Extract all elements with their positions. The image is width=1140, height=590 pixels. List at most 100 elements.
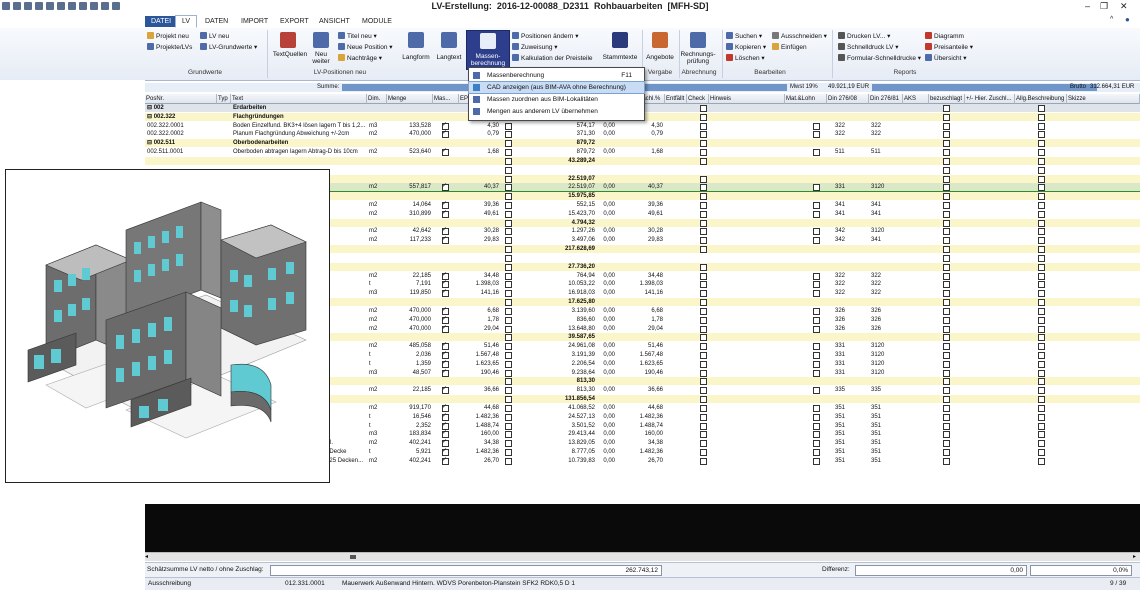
row-checkbox[interactable] bbox=[505, 369, 512, 377]
row-checkbox[interactable] bbox=[700, 457, 707, 465]
row-checkbox[interactable] bbox=[813, 413, 820, 421]
row-checkbox[interactable] bbox=[943, 299, 950, 307]
rechnungspruefung-button[interactable]: Rechnungs- prüfung bbox=[678, 51, 718, 65]
row-checkbox[interactable] bbox=[1038, 219, 1045, 227]
row-checkbox[interactable] bbox=[505, 422, 512, 430]
row-checkbox[interactable] bbox=[943, 290, 950, 298]
row-checkbox[interactable] bbox=[505, 246, 512, 254]
row-checkbox[interactable] bbox=[700, 175, 707, 183]
row-checkbox[interactable] bbox=[442, 235, 449, 245]
row-checkbox[interactable] bbox=[700, 404, 707, 412]
row-checkbox[interactable] bbox=[505, 316, 512, 324]
row-checkbox[interactable] bbox=[943, 263, 950, 271]
row-checkbox[interactable] bbox=[813, 360, 820, 368]
row-checkbox[interactable] bbox=[505, 202, 512, 210]
row-checkbox[interactable] bbox=[442, 147, 449, 157]
row-checkbox[interactable] bbox=[442, 182, 449, 192]
row-checkbox[interactable] bbox=[813, 228, 820, 236]
row-checkbox[interactable] bbox=[1038, 246, 1045, 254]
table-row[interactable]: 002.322.0002 Planum Flachgründung Abweich… bbox=[145, 129, 1140, 139]
einfuegen-button[interactable]: Einfügen bbox=[772, 43, 807, 52]
projekt-neu-button[interactable]: Projekt neu bbox=[147, 32, 189, 41]
row-checkbox[interactable] bbox=[943, 254, 950, 262]
row-checkbox[interactable] bbox=[700, 157, 707, 165]
row-checkbox[interactable] bbox=[700, 378, 707, 386]
row-checkbox[interactable] bbox=[943, 396, 950, 404]
row-checkbox[interactable] bbox=[943, 281, 950, 289]
row-checkbox[interactable] bbox=[700, 431, 707, 439]
row-checkbox[interactable] bbox=[1038, 378, 1045, 386]
row-checkbox[interactable] bbox=[1038, 369, 1045, 377]
row-checkbox[interactable] bbox=[700, 184, 707, 192]
tab-import[interactable]: IMPORT bbox=[235, 16, 274, 27]
row-checkbox[interactable] bbox=[1038, 299, 1045, 307]
row-checkbox[interactable] bbox=[943, 387, 950, 395]
collapse-ribbon-icon[interactable]: ^ bbox=[1110, 16, 1113, 23]
column-header[interactable]: +/- Hier. Zuschl... bbox=[965, 94, 1015, 104]
row-checkbox[interactable] bbox=[442, 288, 449, 298]
row-checkbox[interactable] bbox=[943, 431, 950, 439]
kalkulation-button[interactable]: Kalkulation der Preisteile bbox=[512, 54, 593, 63]
row-checkbox[interactable] bbox=[813, 325, 820, 333]
menu-item-cad-anzeigen[interactable]: CAD anzeigen (aus BIM-AVA ohne Berechnun… bbox=[468, 81, 645, 94]
tab-daten[interactable]: DATEN bbox=[199, 16, 234, 27]
row-checkbox[interactable] bbox=[813, 351, 820, 359]
row-checkbox[interactable] bbox=[1038, 254, 1045, 262]
row-checkbox[interactable] bbox=[943, 378, 950, 386]
row-checkbox[interactable] bbox=[505, 166, 512, 174]
lv-neu-button[interactable]: LV neu bbox=[200, 32, 229, 41]
row-checkbox[interactable] bbox=[1038, 113, 1045, 121]
row-checkbox[interactable] bbox=[813, 387, 820, 395]
positionen-aendern-button[interactable]: Positionen ändern ▾ bbox=[512, 32, 578, 41]
uebersicht-button[interactable]: Übersicht ▾ bbox=[925, 54, 967, 63]
formular-schnelldrucke-button[interactable]: Formular-Schnelldrucke ▾ bbox=[838, 54, 921, 63]
row-checkbox[interactable] bbox=[943, 246, 950, 254]
row-checkbox[interactable] bbox=[442, 324, 449, 333]
row-checkbox[interactable] bbox=[700, 360, 707, 368]
row-checkbox[interactable] bbox=[1038, 431, 1045, 439]
row-checkbox[interactable] bbox=[943, 175, 950, 183]
horizontal-scrollbar[interactable]: ◂ ▸ bbox=[145, 552, 1140, 561]
row-checkbox[interactable] bbox=[1038, 228, 1045, 236]
row-checkbox[interactable] bbox=[700, 448, 707, 456]
row-checkbox[interactable] bbox=[1038, 140, 1045, 148]
tab-datei[interactable]: DATEI bbox=[145, 16, 178, 27]
row-checkbox[interactable] bbox=[943, 202, 950, 210]
row-checkbox[interactable] bbox=[1038, 175, 1045, 183]
restore-icon[interactable]: ❐ bbox=[1100, 1, 1108, 12]
row-checkbox[interactable] bbox=[700, 210, 707, 218]
help-icon[interactable]: ● bbox=[1125, 15, 1130, 24]
row-checkbox[interactable] bbox=[813, 369, 820, 377]
table-row[interactable]: ⊟ 002.511 Oberbodenarbeiten 879,72 bbox=[145, 139, 1140, 148]
row-checkbox[interactable] bbox=[700, 246, 707, 254]
column-header[interactable]: Hinweis bbox=[709, 94, 785, 104]
row-checkbox[interactable] bbox=[943, 210, 950, 218]
row-checkbox[interactable] bbox=[943, 140, 950, 148]
row-checkbox[interactable] bbox=[943, 113, 950, 121]
table-row[interactable]: 43.289,24 bbox=[145, 156, 1140, 165]
langform-button[interactable]: Langform bbox=[398, 54, 434, 61]
row-checkbox[interactable] bbox=[700, 228, 707, 236]
row-checkbox[interactable] bbox=[505, 237, 512, 245]
titel-neu-button[interactable]: Titel neu ▾ bbox=[338, 32, 377, 41]
column-header[interactable]: Mat.&Lohn bbox=[785, 94, 827, 104]
row-checkbox[interactable] bbox=[943, 166, 950, 174]
row-checkbox[interactable] bbox=[700, 299, 707, 307]
row-checkbox[interactable] bbox=[505, 228, 512, 236]
row-checkbox[interactable] bbox=[813, 404, 820, 412]
row-checkbox[interactable] bbox=[442, 209, 449, 218]
row-checkbox[interactable] bbox=[943, 237, 950, 245]
row-checkbox[interactable] bbox=[813, 343, 820, 351]
row-checkbox[interactable] bbox=[505, 457, 512, 465]
row-checkbox[interactable] bbox=[813, 448, 820, 456]
row-checkbox[interactable] bbox=[1038, 272, 1045, 280]
preisanteile-button[interactable]: Preisanteile ▾ bbox=[925, 43, 973, 52]
row-checkbox[interactable] bbox=[700, 343, 707, 351]
row-checkbox[interactable] bbox=[505, 131, 512, 139]
row-checkbox[interactable] bbox=[505, 325, 512, 333]
nachtraege-button[interactable]: Nachträge ▾ bbox=[338, 54, 382, 63]
row-checkbox[interactable] bbox=[505, 290, 512, 298]
cad-3d-view[interactable] bbox=[5, 169, 330, 483]
row-checkbox[interactable] bbox=[943, 448, 950, 456]
tab-module[interactable]: MODULE bbox=[356, 16, 398, 27]
